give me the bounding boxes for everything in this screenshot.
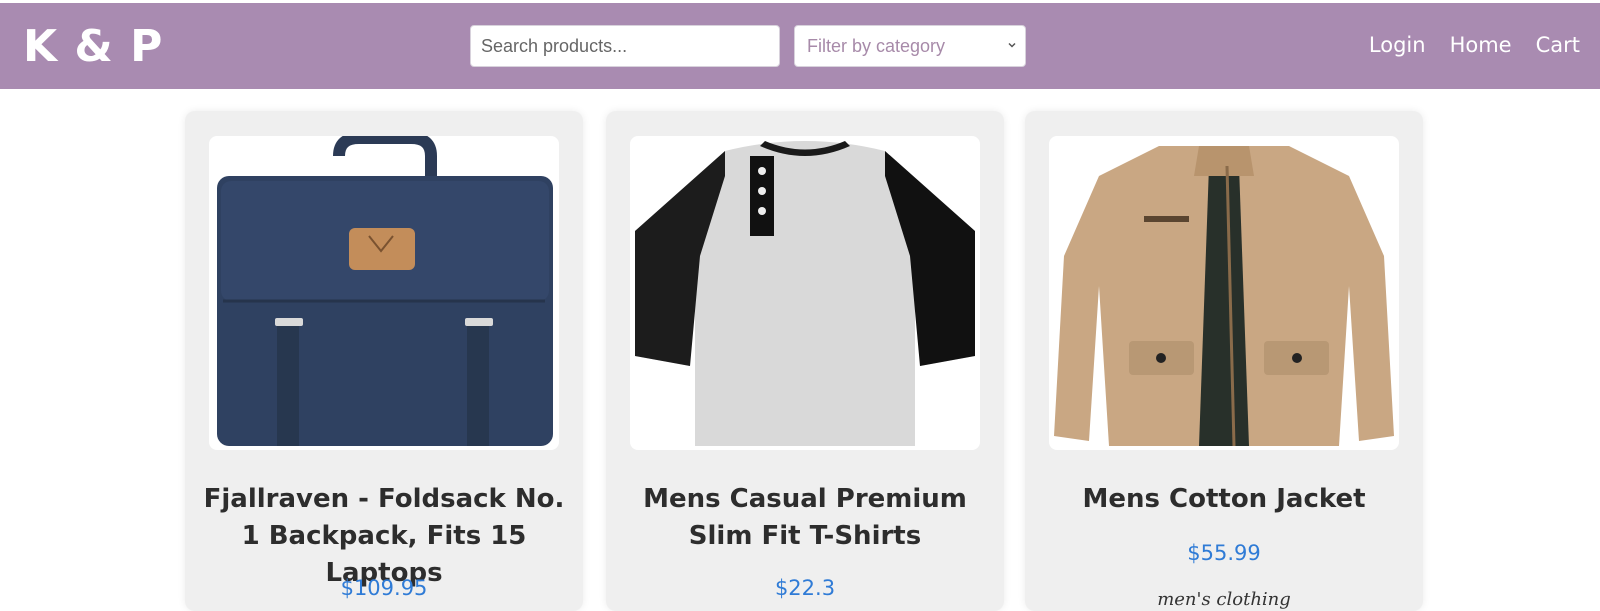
- product-title[interactable]: Mens Cotton Jacket: [1035, 481, 1413, 518]
- nav-cart-link[interactable]: Cart: [1536, 33, 1580, 57]
- brand-logo[interactable]: K & P: [23, 21, 163, 72]
- product-price: $109.95: [340, 576, 428, 600]
- product-title[interactable]: Mens Casual Premium Slim Fit T-Shirts: [616, 481, 994, 555]
- search-input[interactable]: [470, 25, 780, 67]
- product-card[interactable]: Fjallraven - Foldsack No. 1 Backpack, Fi…: [185, 111, 583, 611]
- product-image[interactable]: [209, 136, 559, 450]
- category-filter-select[interactable]: Filter by category: [794, 25, 1026, 67]
- backpack-image: [217, 136, 553, 446]
- chevron-down-icon: [1008, 42, 1016, 48]
- nav-home-link[interactable]: Home: [1450, 33, 1512, 57]
- product-price: $22.3: [774, 576, 836, 600]
- nav-links: Login Home Cart: [1369, 33, 1580, 57]
- product-price: $55.99: [1187, 541, 1261, 565]
- product-card[interactable]: Mens Cotton Jacket $55.99 men's clothing: [1025, 111, 1423, 611]
- product-category: men's clothing: [1157, 589, 1291, 610]
- product-image[interactable]: [630, 136, 980, 450]
- nav-login-link[interactable]: Login: [1369, 33, 1426, 57]
- product-image[interactable]: [1049, 136, 1399, 450]
- navbar: K & P Filter by category Login Home Cart: [0, 3, 1600, 89]
- category-filter-value: Filter by category: [807, 35, 946, 56]
- jacket-image: [1054, 146, 1394, 447]
- product-card[interactable]: Mens Casual Premium Slim Fit T-Shirts $2…: [606, 111, 1004, 611]
- tshirt-image: [635, 141, 975, 446]
